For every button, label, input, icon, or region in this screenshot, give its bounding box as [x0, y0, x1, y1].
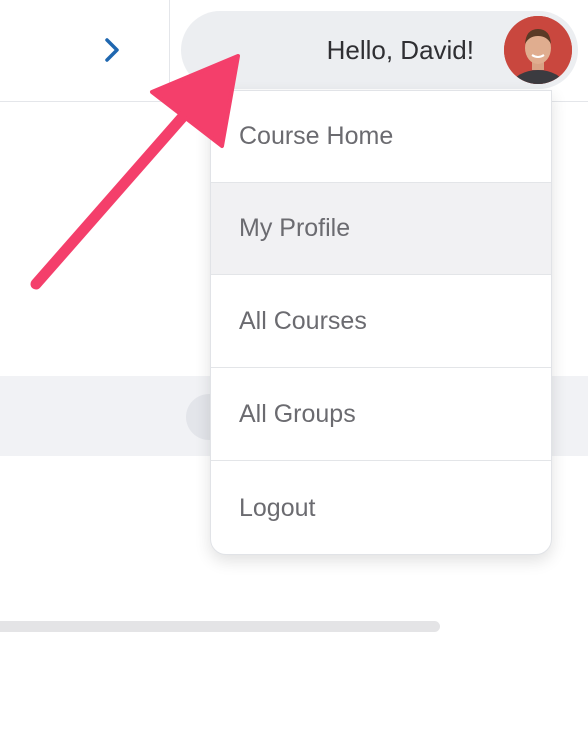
menu-item-my-profile[interactable]: My Profile — [211, 183, 551, 275]
header-divider — [169, 0, 170, 101]
menu-item-label: My Profile — [239, 214, 351, 242]
next-button[interactable] — [96, 34, 128, 66]
user-avatar-icon — [504, 16, 572, 84]
avatar — [504, 16, 572, 84]
menu-item-logout[interactable]: Logout — [211, 462, 551, 554]
menu-item-label: All Courses — [239, 307, 367, 335]
user-greeting: Hello, David! — [326, 35, 474, 65]
menu-item-label: All Groups — [239, 400, 356, 428]
menu-item-label: Logout — [239, 493, 316, 522]
progress-track — [0, 621, 440, 632]
user-menu-toggle[interactable]: Hello, David! — [181, 11, 578, 89]
menu-item-all-courses[interactable]: All Courses — [211, 276, 551, 368]
menu-item-course-home[interactable]: Course Home — [211, 91, 551, 183]
chevron-right-icon — [105, 38, 119, 62]
menu-item-all-groups[interactable]: All Groups — [211, 369, 551, 461]
user-dropdown-menu: Course Home My Profile All Courses All G… — [210, 90, 552, 555]
menu-item-label: Course Home — [239, 122, 394, 150]
top-bar: Hello, David! — [0, 0, 588, 102]
